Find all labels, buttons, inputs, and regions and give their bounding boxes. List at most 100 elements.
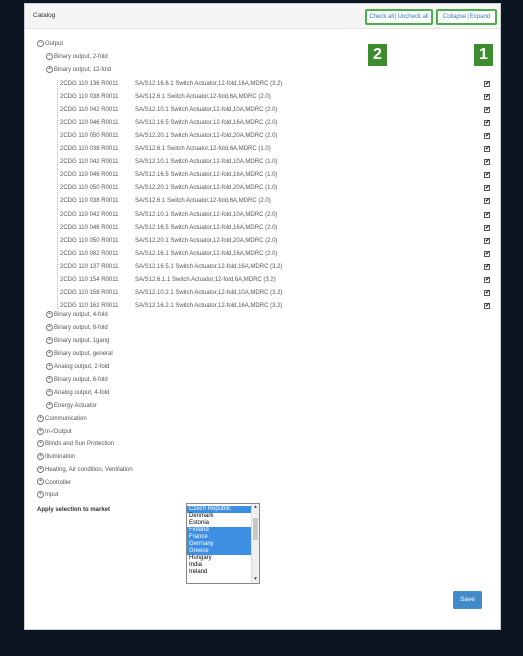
expand-node-icon[interactable]: +	[37, 453, 44, 461]
market-option[interactable]: Finland	[187, 527, 259, 534]
leaf-row[interactable]: 2CDG 110 050 R0011 SA/S12.20.1 Switch Act…	[60, 235, 490, 247]
tree-node-category[interactable]: + Heating, Air condition, Ventilation	[37, 464, 133, 476]
leaf-checkbox[interactable]: ✔	[484, 263, 490, 270]
leaf-row[interactable]: 2CDG 110 042 R0011 SA/S12.10.1 Switch Act…	[60, 104, 490, 116]
leaf-row[interactable]: 2CDG 110 046 R0011 SA/S12.16.5 Switch Act…	[60, 169, 490, 181]
market-option[interactable]: India	[187, 562, 259, 569]
expand-node-icon[interactable]: +	[46, 388, 53, 396]
tree-node-category[interactable]: + Blinds and Sun Protection	[37, 438, 114, 450]
tree-node-label: Blinds and Sun Protection	[45, 441, 115, 448]
leaf-row[interactable]: 2CDG 110 136 R0011 SA/S12.16.6.1 Switch A…	[60, 78, 490, 90]
market-option[interactable]: Denmark	[187, 513, 259, 520]
market-option[interactable]: Greece	[187, 548, 259, 555]
expand-node-icon[interactable]: +	[37, 478, 44, 486]
leaf-checkbox[interactable]: ✔	[484, 107, 490, 114]
leaf-checkbox[interactable]: ✔	[484, 120, 490, 127]
leaf-checkbox[interactable]: ✔	[484, 81, 490, 87]
market-option[interactable]: Ireland	[187, 569, 259, 576]
leaf-row[interactable]: 2CDG 110 046 R0011 SA/S12.16.5 Switch Act…	[60, 222, 490, 234]
leaf-checkbox[interactable]: ✔	[484, 276, 490, 283]
leaf-row[interactable]: 2CDG 110 042 R0011 SA/S12.10.1 Switch Act…	[60, 209, 490, 221]
tree-node-category[interactable]: + Input	[37, 489, 58, 501]
collapse-node-icon[interactable]: −	[37, 39, 44, 47]
leaf-checkbox[interactable]: ✔	[484, 159, 490, 166]
leaf-checkbox[interactable]: ✔	[484, 224, 490, 231]
leaf-row[interactable]: 2CDG 110 038 R0011 SA/S12.6.1 Switch Actu…	[60, 195, 490, 207]
tree-node-group[interactable]: + Binary output, 6-fold	[46, 374, 108, 386]
tree-node-group[interactable]: + Binary output, 8-fold	[46, 322, 108, 334]
market-option[interactable]: France	[187, 534, 259, 541]
market-options: Czech Republic Denmark Estonia Finland Franc…	[187, 506, 259, 576]
leaf-row[interactable]: 2CDG 110 050 R0011 SA/S12.20.1 Switch Act…	[60, 130, 490, 142]
tree-node-output[interactable]: − Output	[37, 38, 63, 50]
scroll-thumb[interactable]	[253, 518, 258, 540]
scroll-up-icon[interactable]: ▲	[252, 504, 259, 511]
tree-node-group[interactable]: + Binary output, general	[46, 348, 113, 360]
tree-node-group[interactable]: + Analog output, 4-fold	[46, 387, 109, 399]
leaf-row[interactable]: 2CDG 110 158 R0011 SA/S12.10.2.1 Switch A…	[60, 287, 490, 299]
expand-node-icon[interactable]: +	[37, 440, 44, 448]
leaf-checkbox[interactable]: ✔	[484, 146, 490, 153]
leaf-row[interactable]: 2CDG 110 137 R0011 SA/S12.16.5.1 Switch A…	[60, 261, 490, 273]
tree-node-label: Binary output, 8-fold	[54, 325, 108, 331]
leaf-row[interactable]: 2CDG 110 154 R0011 SA/S12.6.1.1 Switch Ac…	[60, 274, 490, 286]
expand-node-icon[interactable]: +	[37, 465, 44, 473]
tree-node-expanded-group[interactable]: + Binary output, 12-fold	[46, 64, 111, 76]
leaf-row[interactable]: 2CDG 110 050 R0011 SA/S12.20.1 Switch Act…	[60, 182, 490, 194]
tree-node-label: Communication	[45, 416, 87, 422]
check-all-link[interactable]: Check all	[369, 14, 394, 20]
tree-node-label: Binary output, 12-fold	[54, 67, 112, 73]
tree-node-group[interactable]: + Binary output, 1gang	[46, 335, 109, 347]
leaf-row[interactable]: 2CDG 110 038 R0011 SA/S12.6.1 Switch Actu…	[60, 143, 490, 155]
leaf-code: 2CDG 110 042 R0011	[60, 159, 119, 166]
leaf-checkbox[interactable]: ✔	[484, 250, 490, 257]
market-option[interactable]: Germany	[187, 541, 259, 548]
leaf-checkbox[interactable]: ✔	[484, 302, 490, 309]
leaf-row[interactable]: 2CDG 110 042 R0011 SA/S12.10.1 Switch Act…	[60, 156, 490, 168]
tree-node-category[interactable]: + Illumination	[37, 451, 75, 463]
expand-node-icon[interactable]: +	[37, 491, 44, 499]
expand-node-icon[interactable]: +	[37, 414, 44, 422]
tree-node-category[interactable]: + Controller	[37, 477, 71, 489]
leaf-row[interactable]: 2CDG 110 162 R0011 SA/S12.16.2.1 Switch A…	[60, 300, 490, 312]
leaf-checkbox[interactable]: ✔	[484, 198, 490, 205]
market-scrollbar[interactable]: ▲ ▼	[251, 504, 259, 583]
expand-node-icon[interactable]: +	[46, 349, 53, 357]
expand-node-icon[interactable]: +	[46, 336, 53, 344]
tree-node-group[interactable]: + Analog output, 2-fold	[46, 361, 109, 373]
expand-node-icon[interactable]: +	[46, 310, 53, 318]
expand-link[interactable]: Expand	[470, 14, 490, 20]
leaf-description: SA/S12.10.1 Switch Actuator,12-fold,10A,…	[135, 159, 278, 166]
save-button[interactable]: Save	[453, 591, 482, 609]
market-option[interactable]: Hungary	[187, 555, 259, 562]
uncheck-all-link[interactable]: Uncheck all	[398, 14, 429, 20]
expand-node-icon[interactable]: +	[37, 427, 44, 435]
expand-node-icon[interactable]: +	[46, 375, 53, 383]
collapse-node-icon[interactable]: −	[46, 52, 53, 60]
market-option[interactable]: Czech Republic	[187, 506, 259, 513]
leaf-row[interactable]: 2CDG 110 038 R0011 SA/S12.6.1 Switch Actu…	[60, 91, 490, 103]
expand-node-icon[interactable]: +	[46, 401, 53, 409]
tree-node-category[interactable]: + Communication	[37, 413, 87, 425]
leaf-checkbox[interactable]: ✔	[484, 289, 490, 296]
leaf-checkbox[interactable]: ✔	[484, 133, 490, 140]
collapse-link[interactable]: Collapse	[443, 14, 466, 20]
market-option[interactable]: Estonia	[187, 520, 259, 527]
tree-node-group[interactable]: − Binary output, 2-fold	[46, 51, 108, 63]
expand-node-icon[interactable]: +	[46, 323, 53, 331]
market-listbox[interactable]: Czech Republic Denmark Estonia Finland Franc…	[186, 503, 260, 584]
tree-node-group[interactable]: + Energy Actuator	[46, 400, 97, 412]
tree-node-category[interactable]: + In-/Output	[37, 426, 72, 438]
leaf-row[interactable]: 2CDG 110 082 R0011 SA/S12.16.1 Switch Act…	[60, 248, 490, 260]
tree-node-group[interactable]: + Binary output, 4-fold	[46, 309, 108, 321]
leaf-description: SA/S12.10.1 Switch Actuator,12-fold,10A,…	[135, 107, 278, 114]
leaf-checkbox[interactable]: ✔	[484, 185, 490, 192]
leaf-checkbox[interactable]: ✔	[484, 94, 490, 101]
leaf-checkbox[interactable]: ✔	[484, 237, 490, 244]
leaf-checkbox[interactable]: ✔	[484, 172, 490, 179]
leaf-row[interactable]: 2CDG 110 046 R0011 SA/S12.16.5 Switch Act…	[60, 117, 490, 129]
expand-node-icon[interactable]: +	[46, 362, 53, 370]
expand-node-icon[interactable]: +	[46, 65, 53, 73]
leaf-checkbox[interactable]: ✔	[484, 211, 490, 218]
scroll-down-icon[interactable]: ▼	[252, 576, 259, 583]
